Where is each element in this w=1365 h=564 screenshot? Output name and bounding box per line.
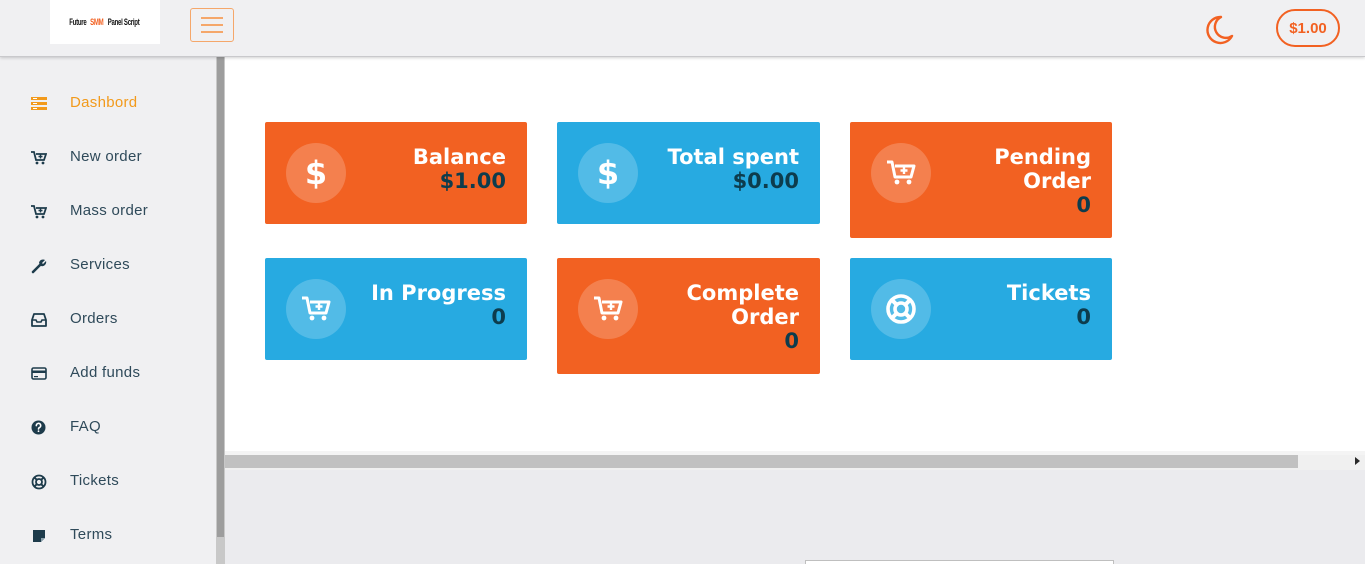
svg-text:$: $ — [597, 156, 619, 190]
logo-text-after: Panel Script — [107, 17, 140, 27]
logo-text-before: Future — [68, 17, 87, 27]
sidebar-item-mass-order[interactable]: Mass order — [0, 185, 216, 239]
sidebar-item-dashboard[interactable]: Dashbord — [0, 77, 216, 131]
dollar-icon: $ — [578, 143, 638, 203]
card-title: Pending Order — [994, 145, 1091, 193]
sidebar-item-tickets[interactable]: Tickets — [0, 455, 216, 509]
life-ring-icon — [30, 473, 47, 490]
card-value: 0 — [784, 329, 799, 353]
pending-order-card: Pending Order 0 — [850, 122, 1112, 238]
card-title: Tickets — [1006, 281, 1091, 305]
dollar-icon: $ — [286, 143, 346, 203]
hamburger-icon-bar — [201, 31, 223, 33]
menu-toggle-button[interactable] — [190, 8, 234, 42]
logo-text-highlight: SMM — [89, 17, 103, 27]
sidebar-item-new-order[interactable]: New order — [0, 131, 216, 185]
sidebar-item-terms[interactable]: Terms — [0, 509, 216, 563]
dashboard-main: $ Balance $1.00 $ Total spent $0.00 Pend… — [225, 57, 1365, 451]
sidebar-item-faq[interactable]: FAQ — [0, 401, 216, 455]
sidebar: Dashbord New order Mass order Services O… — [0, 57, 216, 564]
card-title: Total spent — [667, 145, 799, 169]
sidebar-item-label: Add funds — [70, 364, 141, 381]
card-value: $0.00 — [732, 169, 799, 193]
sidebar-item-label: Services — [70, 256, 130, 273]
footer-panel — [805, 560, 1114, 564]
life-ring-icon — [871, 279, 931, 339]
sidebar-item-label: Tickets — [70, 472, 120, 489]
question-circle-icon — [30, 419, 47, 436]
card-title: In Progress — [371, 281, 506, 305]
sidebar-item-label: Terms — [70, 526, 113, 543]
cart-plus-icon — [578, 279, 638, 339]
sidebar-scrollbar-thumb[interactable] — [217, 57, 224, 537]
total-spent-card: $ Total spent $0.00 — [557, 122, 820, 224]
cart-plus-icon — [871, 143, 931, 203]
card-title-line: Order — [731, 305, 799, 329]
hamburger-icon-bar — [201, 17, 223, 19]
sidebar-scrollbar[interactable] — [216, 57, 225, 564]
in-progress-card: In Progress 0 — [265, 258, 527, 360]
dark-mode-toggle[interactable] — [1201, 13, 1235, 47]
sidebar-item-label: New order — [70, 148, 142, 165]
sidebar-item-label: FAQ — [70, 418, 101, 435]
cart-plus-icon — [30, 149, 47, 166]
card-title-line: Order — [1023, 169, 1091, 193]
card-value: 0 — [1076, 305, 1091, 329]
balance-card: $ Balance $1.00 — [265, 122, 527, 224]
moon-icon — [1206, 15, 1234, 45]
inbox-icon — [30, 311, 47, 328]
scroll-right-arrow-icon[interactable] — [1355, 457, 1360, 465]
logo-text: Future SMM Panel Script — [67, 17, 143, 27]
horizontal-scrollbar-thumb[interactable] — [225, 455, 1298, 468]
sidebar-item-orders[interactable]: Orders — [0, 293, 216, 347]
card-value: $1.00 — [439, 169, 506, 193]
top-header: Future SMM Panel Script $1.00 — [0, 0, 1365, 57]
card-title: Balance — [412, 145, 506, 169]
sidebar-item-services[interactable]: Services — [0, 239, 216, 293]
sidebar-item-label: Orders — [70, 310, 118, 327]
horizontal-scrollbar[interactable] — [225, 451, 1365, 470]
card-title-line: Pending — [994, 145, 1091, 169]
logo[interactable]: Future SMM Panel Script — [50, 0, 160, 44]
hamburger-icon-bar — [201, 24, 223, 26]
cart-plus-icon — [30, 203, 47, 220]
card-value: 0 — [1076, 193, 1091, 217]
tickets-card: Tickets 0 — [850, 258, 1112, 360]
wrench-icon — [30, 257, 47, 274]
complete-order-card: Complete Order 0 — [557, 258, 820, 374]
card-title-line: Complete — [686, 281, 799, 305]
cart-plus-icon — [286, 279, 346, 339]
card-value: 0 — [491, 305, 506, 329]
note-icon — [30, 527, 47, 544]
balance-button[interactable]: $1.00 — [1276, 9, 1340, 47]
sidebar-item-add-funds[interactable]: Add funds — [0, 347, 216, 401]
sidebar-item-label: Mass order — [70, 202, 149, 219]
card-title: Complete Order — [687, 281, 799, 329]
svg-text:$: $ — [305, 156, 327, 190]
sidebar-item-label: Dashbord — [70, 94, 138, 111]
dashboard-icon — [30, 95, 47, 112]
credit-card-icon — [30, 365, 47, 382]
